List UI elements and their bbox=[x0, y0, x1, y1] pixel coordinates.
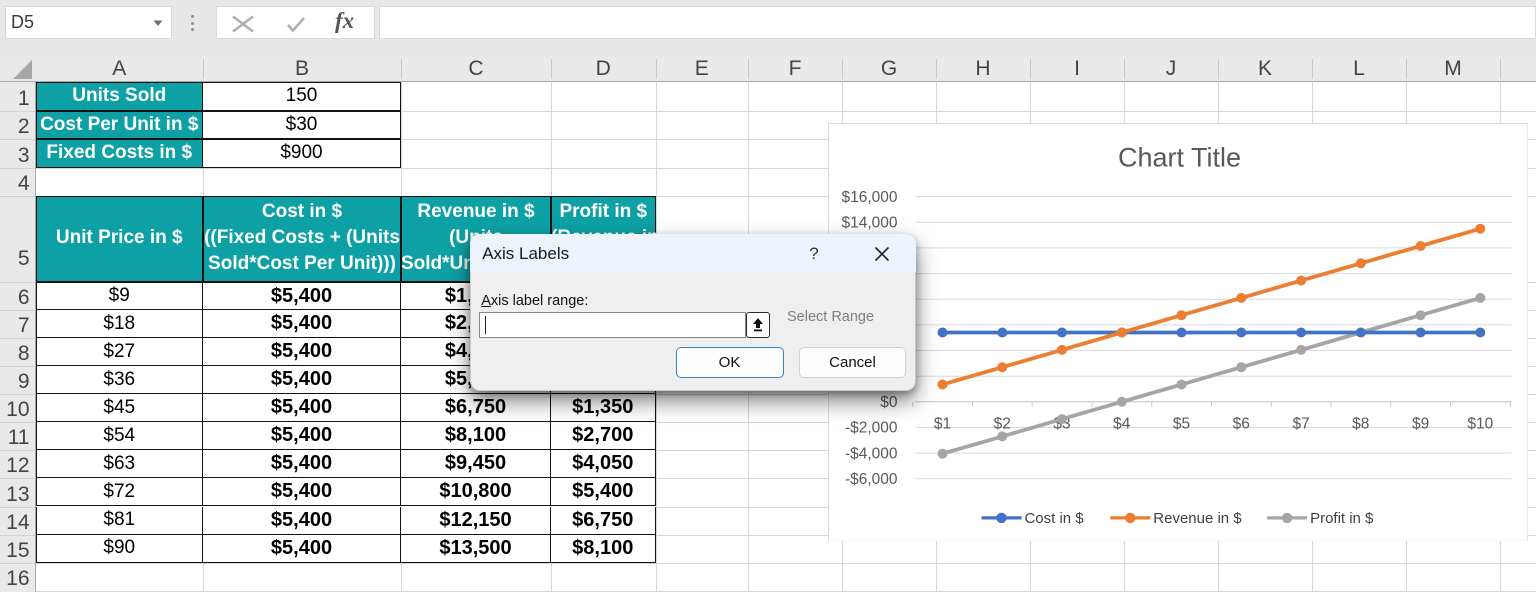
svg-text:$16,000: $16,000 bbox=[841, 188, 897, 205]
svg-text:Revenue in $: Revenue in $ bbox=[1153, 510, 1242, 527]
svg-text:Profit in $: Profit in $ bbox=[1310, 510, 1374, 527]
svg-text:$7: $7 bbox=[1292, 415, 1309, 432]
svg-text:$8: $8 bbox=[1352, 415, 1369, 432]
svg-text:Cost in $: Cost in $ bbox=[1024, 510, 1084, 527]
svg-text:$6: $6 bbox=[1232, 415, 1249, 432]
svg-text:$0: $0 bbox=[880, 394, 897, 411]
svg-text:$2: $2 bbox=[993, 415, 1010, 432]
svg-text:$1: $1 bbox=[933, 415, 950, 432]
svg-text:$5: $5 bbox=[1172, 415, 1189, 432]
svg-text:$4: $4 bbox=[1113, 415, 1131, 432]
svg-text:$14,000: $14,000 bbox=[841, 214, 897, 231]
svg-text:Chart Title: Chart Title bbox=[1118, 142, 1241, 172]
svg-text:$10: $10 bbox=[1467, 415, 1493, 432]
svg-text:$9: $9 bbox=[1411, 415, 1428, 432]
svg-text:-$6,000: -$6,000 bbox=[844, 471, 897, 488]
svg-text:-$4,000: -$4,000 bbox=[844, 445, 897, 462]
svg-text:-$2,000: -$2,000 bbox=[844, 419, 897, 436]
